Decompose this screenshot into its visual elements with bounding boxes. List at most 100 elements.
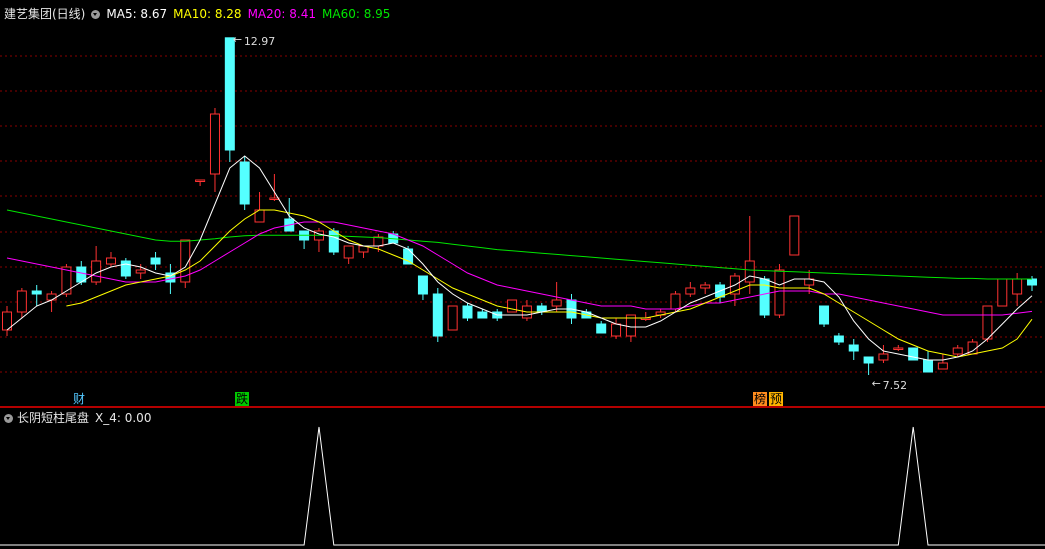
candle-body — [343, 245, 354, 259]
candle-body — [596, 323, 607, 334]
candle[interactable] — [299, 230, 310, 249]
candle[interactable] — [789, 215, 800, 256]
candle[interactable] — [120, 258, 131, 279]
candle[interactable] — [180, 239, 191, 288]
candle[interactable] — [833, 333, 844, 345]
candle[interactable] — [358, 245, 369, 258]
low-price-label: 7.52 — [883, 379, 908, 392]
candlestick-chart[interactable]: 12.97 ← 7.52 ← — [0, 0, 1045, 407]
candle[interactable] — [536, 303, 547, 315]
candle-body — [1027, 278, 1037, 286]
grid-lines — [0, 55, 1045, 373]
dropdown-circle-icon[interactable] — [4, 414, 13, 423]
candle[interactable] — [878, 345, 889, 363]
candle-body — [269, 197, 280, 200]
candle[interactable] — [105, 252, 116, 267]
candle[interactable] — [759, 276, 770, 318]
ma60-line — [6, 209, 1032, 280]
candle-body — [863, 356, 874, 364]
candle[interactable] — [848, 339, 859, 360]
candle[interactable] — [596, 321, 607, 334]
candle[interactable] — [685, 282, 696, 297]
candle[interactable] — [417, 275, 428, 300]
candle[interactable] — [521, 300, 532, 321]
candle-body — [1012, 278, 1023, 295]
candle[interactable] — [150, 252, 161, 270]
candle-body — [908, 347, 919, 361]
main-chart-panel[interactable]: 12.97 ← 7.52 ← — [0, 0, 1045, 407]
candle[interactable] — [937, 354, 948, 370]
candle-body — [224, 37, 235, 151]
indicator-chart[interactable] — [0, 409, 1045, 549]
candle[interactable] — [804, 270, 815, 294]
dropdown-circle-icon[interactable] — [91, 10, 101, 19]
candle[interactable] — [432, 288, 443, 342]
candle[interactable] — [388, 231, 399, 244]
candle[interactable] — [997, 278, 1008, 307]
candle[interactable] — [16, 288, 27, 318]
indicator-panel[interactable] — [0, 409, 1045, 549]
candle[interactable] — [328, 228, 339, 255]
candle-body — [893, 347, 904, 350]
candle[interactable] — [195, 179, 206, 186]
candle[interactable] — [744, 216, 755, 294]
candle-body — [46, 293, 57, 301]
candle[interactable] — [625, 314, 636, 342]
candle[interactable] — [343, 245, 354, 264]
candle[interactable] — [239, 156, 250, 210]
candle-body — [16, 290, 27, 313]
candle-body — [432, 293, 443, 337]
candle[interactable] — [908, 347, 919, 361]
candle[interactable] — [224, 37, 235, 162]
candle[interactable] — [462, 303, 473, 321]
candle-body — [833, 335, 844, 343]
candle[interactable] — [655, 309, 666, 318]
rank-tag[interactable]: 榜 — [753, 392, 768, 406]
candle-body — [670, 293, 681, 310]
candle-body — [878, 353, 889, 361]
candle[interactable] — [819, 305, 830, 327]
annotations: 12.97 ← 7.52 ← — [233, 33, 907, 392]
candle-body — [462, 305, 473, 319]
forecast-tag[interactable]: 预 — [769, 392, 784, 406]
candle[interactable] — [1027, 276, 1037, 291]
drop-tag[interactable]: 跌 — [235, 392, 250, 406]
ma20-line — [6, 221, 1033, 316]
candle-body — [507, 299, 518, 313]
ma10-label: MA10: 8.28 — [173, 7, 242, 21]
candle-body — [135, 269, 146, 274]
candle[interactable] — [640, 312, 651, 321]
x4-line — [0, 426, 1045, 546]
candle-body — [477, 311, 488, 319]
indicator-header: 长阴短柱尾盘 X_4: 0.00 — [4, 411, 151, 425]
candle[interactable] — [893, 345, 904, 351]
candle-body — [848, 344, 859, 352]
stock-title[interactable]: 建艺集团(日线) — [4, 7, 85, 21]
candle[interactable] — [923, 351, 934, 373]
candle[interactable] — [209, 108, 220, 192]
finance-tag[interactable]: 财 — [72, 392, 86, 406]
candle-body — [105, 257, 116, 265]
candle[interactable] — [2, 306, 12, 336]
candle-body — [759, 278, 770, 316]
candle-body — [819, 305, 830, 325]
candle-body — [150, 257, 161, 265]
candle[interactable] — [91, 246, 102, 285]
candle[interactable] — [31, 285, 42, 306]
high-arrow-icon: ← — [233, 33, 242, 46]
candle-body — [952, 347, 963, 355]
ma60-label: MA60: 8.95 — [322, 7, 391, 21]
ma20-label: MA20: 8.41 — [247, 7, 316, 21]
candle[interactable] — [982, 305, 993, 342]
candle-body — [774, 269, 785, 316]
candle[interactable] — [447, 305, 458, 331]
candle[interactable] — [700, 282, 711, 294]
candle[interactable] — [1012, 273, 1023, 306]
candle-body — [328, 230, 339, 253]
candle[interactable] — [611, 318, 622, 339]
candle[interactable] — [507, 299, 518, 313]
candle-body — [789, 215, 800, 256]
candle-body — [447, 305, 458, 331]
candle[interactable] — [313, 228, 324, 252]
candle-body — [923, 359, 934, 373]
